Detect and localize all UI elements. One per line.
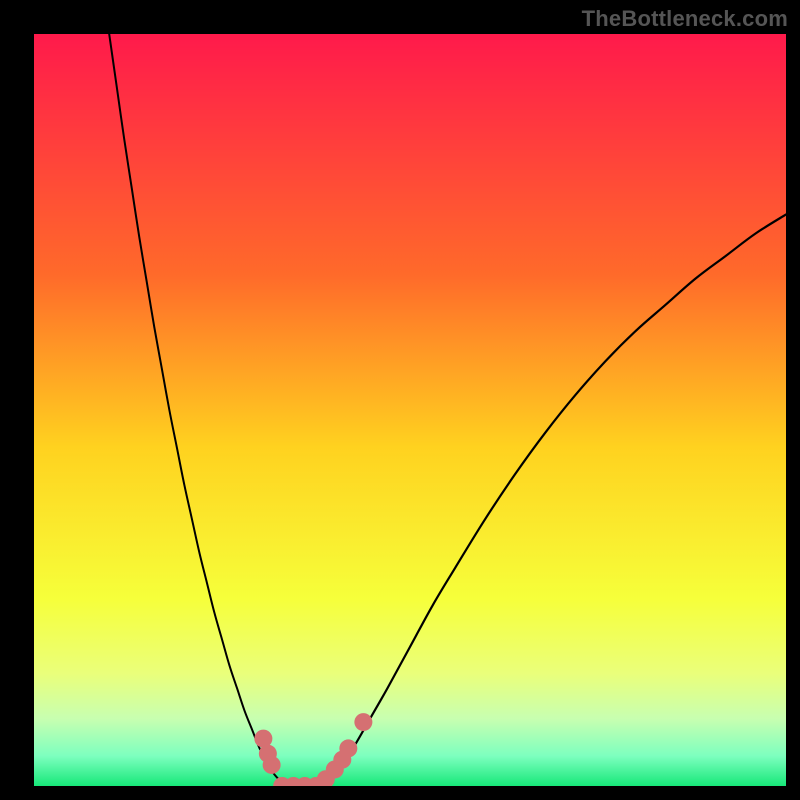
marker-point xyxy=(354,713,372,731)
bottleneck-chart xyxy=(34,34,786,786)
watermark-text: TheBottleneck.com xyxy=(582,6,788,32)
marker-point xyxy=(339,739,357,757)
marker-point xyxy=(263,756,281,774)
chart-frame: TheBottleneck.com xyxy=(0,0,800,800)
gradient-background xyxy=(34,34,786,786)
plot-area xyxy=(34,34,786,786)
